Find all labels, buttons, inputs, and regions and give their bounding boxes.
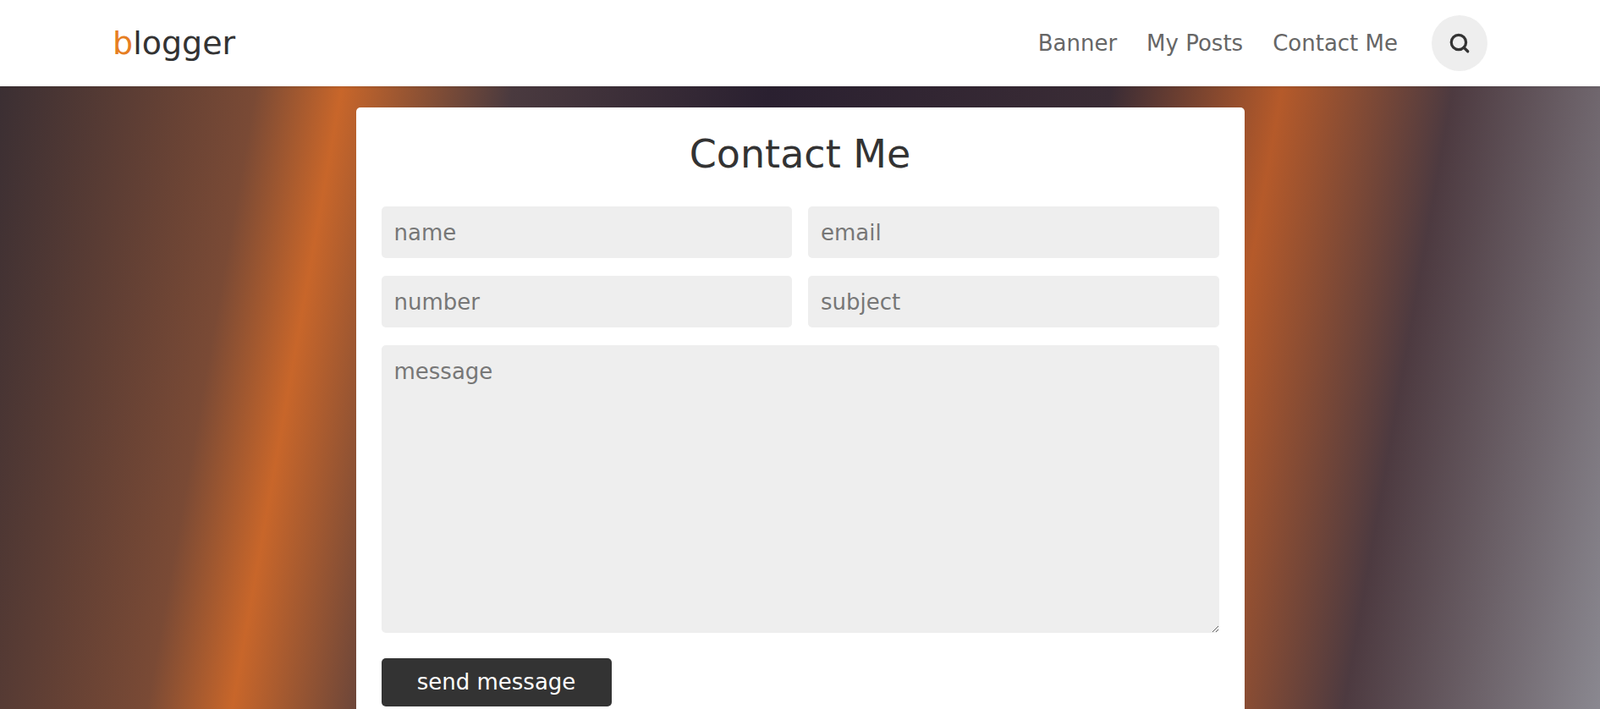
text-field[interactable]: [808, 206, 1220, 259]
nav-area: Banner My Posts Contact Me: [1038, 15, 1488, 72]
logo-accent: b: [112, 24, 133, 62]
search-button[interactable]: [1431, 15, 1488, 72]
header: blogger Banner My Posts Contact Me: [0, 0, 1600, 87]
search-icon: [1448, 32, 1471, 55]
contact-section: Contact Me send message: [0, 86, 1600, 709]
contact-card: Contact Me send message: [356, 107, 1245, 709]
nav-link[interactable]: My Posts: [1146, 27, 1243, 61]
page: bloggerBannerMy PostsContact MeContact M…: [0, 0, 1600, 709]
text-field[interactable]: [381, 275, 793, 328]
message-field[interactable]: [381, 345, 1220, 633]
field-grid: [381, 206, 1220, 328]
nav-link[interactable]: Banner: [1038, 27, 1117, 61]
nav: Banner My Posts Contact Me: [1038, 27, 1398, 61]
logo[interactable]: blogger: [112, 27, 236, 60]
send-button[interactable]: send message: [381, 658, 612, 707]
text-field[interactable]: [381, 206, 793, 259]
contact-title: Contact Me: [381, 131, 1220, 178]
text-field[interactable]: [808, 275, 1220, 328]
nav-link[interactable]: Contact Me: [1272, 27, 1398, 61]
